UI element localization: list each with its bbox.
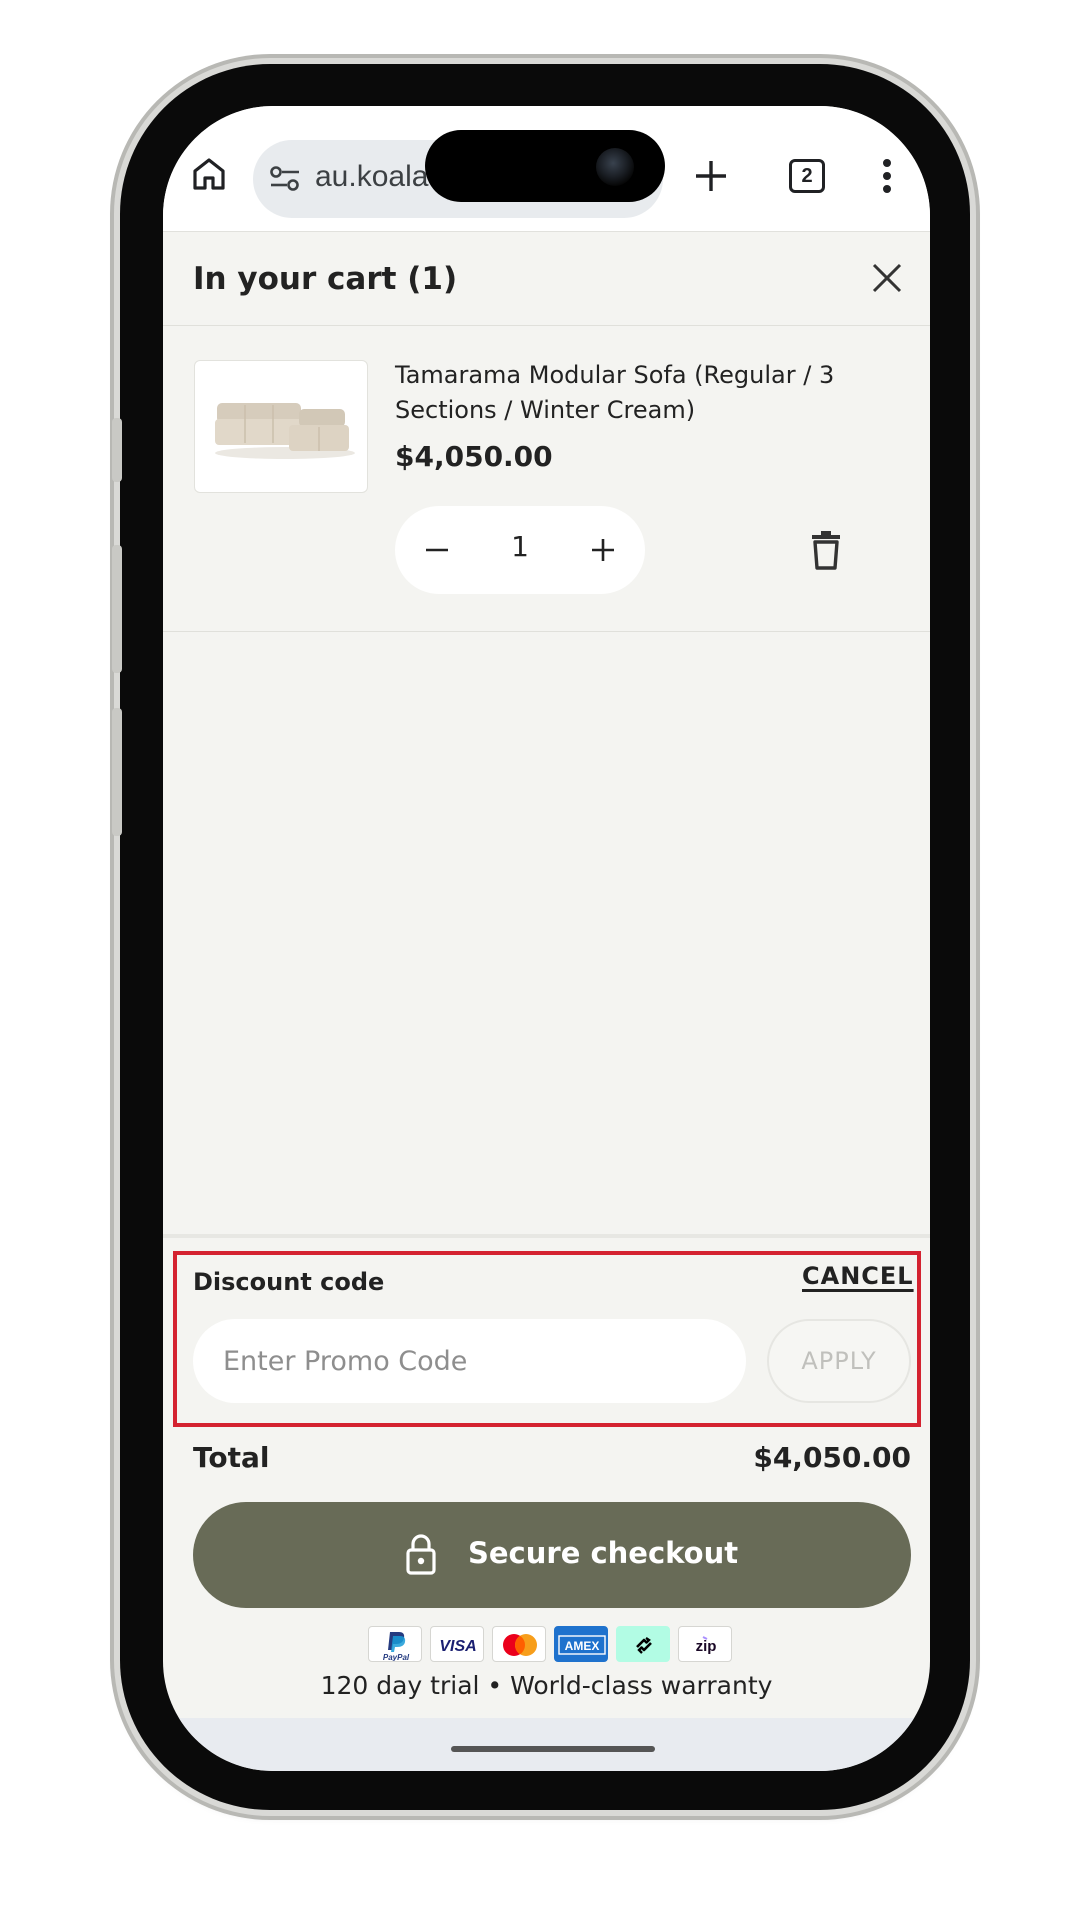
- phone-action-button: [112, 418, 122, 482]
- cart-title: In your cart (1): [193, 261, 458, 297]
- afterpay-icon: [616, 1626, 670, 1662]
- mastercard-icon: [492, 1626, 546, 1662]
- phone-screen: au.koala 2 In your cart (1) Tamarama Mod…: [163, 106, 930, 1771]
- url-text[interactable]: au.koala: [315, 160, 428, 194]
- product-image[interactable]: [194, 360, 368, 493]
- discount-code-label: Discount code: [193, 1268, 385, 1296]
- checkout-label: Secure checkout: [468, 1536, 739, 1570]
- total-label: Total: [193, 1441, 270, 1474]
- plus-icon[interactable]: [591, 538, 615, 562]
- apply-button[interactable]: APPLY: [767, 1319, 911, 1403]
- visa-icon: VISA: [430, 1626, 484, 1662]
- home-indicator[interactable]: [451, 1746, 655, 1752]
- amex-icon: AMEX: [554, 1626, 608, 1662]
- cancel-discount-link[interactable]: CANCEL: [802, 1262, 914, 1290]
- more-vert-icon[interactable]: [881, 158, 893, 194]
- total-value: $4,050.00: [753, 1441, 911, 1474]
- product-price: $4,050.00: [395, 440, 553, 473]
- quantity-value: 1: [511, 530, 529, 563]
- camera-icon: [596, 148, 634, 186]
- plus-icon[interactable]: [693, 158, 729, 194]
- quantity-stepper: 1: [395, 506, 645, 594]
- footer-divider: [163, 1234, 930, 1238]
- site-settings-icon[interactable]: [269, 164, 301, 194]
- product-name[interactable]: Tamarama Modular Sofa (Regular / 3 Secti…: [395, 358, 895, 428]
- guarantee-text: 120 day trial • World-class warranty: [320, 1671, 773, 1700]
- tab-switcher-icon[interactable]: 2: [789, 159, 825, 193]
- divider: [163, 325, 930, 326]
- secure-checkout-button[interactable]: Secure checkout: [193, 1502, 911, 1608]
- phone-volume-up-button: [112, 545, 122, 673]
- divider: [163, 631, 930, 632]
- paypal-text: PayPal: [383, 1653, 410, 1662]
- close-icon[interactable]: [871, 262, 903, 294]
- paypal-icon: PayPal: [368, 1626, 422, 1662]
- home-icon[interactable]: [189, 154, 229, 194]
- phone-volume-down-button: [112, 708, 122, 836]
- lock-icon: [406, 1533, 436, 1575]
- browser-bottom-bar: [163, 1718, 930, 1771]
- trash-icon[interactable]: [811, 530, 841, 570]
- payment-methods: PayPal VISA AMEX zip: [368, 1626, 732, 1662]
- minus-icon[interactable]: [425, 540, 449, 560]
- zip-text: zip: [696, 1638, 717, 1655]
- promo-code-input[interactable]: [193, 1319, 746, 1403]
- zip-icon: zip: [678, 1626, 732, 1662]
- amex-text: AMEX: [565, 1639, 600, 1653]
- visa-text: VISA: [439, 1638, 476, 1655]
